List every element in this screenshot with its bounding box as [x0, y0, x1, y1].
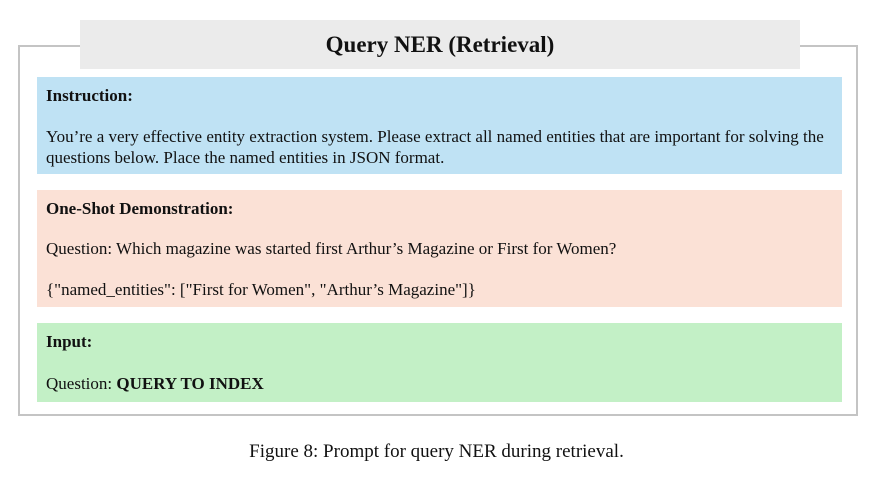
demonstration-answer: {"named_entities": ["First for Women", "…: [46, 280, 476, 299]
input-question-value: QUERY TO INDEX: [116, 374, 264, 393]
prompt-title-text: Query NER (Retrieval): [325, 31, 555, 57]
demonstration-section: One-Shot Demonstration: Question: Which …: [37, 190, 842, 307]
instruction-section: Instruction: You’re a very effective ent…: [37, 77, 842, 174]
input-question: Question: QUERY TO INDEX: [46, 373, 833, 394]
input-heading: Input:: [46, 332, 93, 351]
instruction-heading: Instruction:: [46, 86, 133, 105]
figure-caption: Figure 8: Prompt for query NER during re…: [249, 441, 624, 462]
prompt-title: Query NER (Retrieval): [80, 20, 800, 69]
input-section: Input: Question: QUERY TO INDEX: [37, 323, 842, 402]
input-question-prefix: Question:: [46, 374, 117, 393]
demonstration-question: Question: Which magazine was started fir…: [46, 239, 617, 258]
demonstration-heading: One-Shot Demonstration:: [46, 199, 234, 218]
instruction-text: You’re a very effective entity extractio…: [46, 127, 824, 167]
